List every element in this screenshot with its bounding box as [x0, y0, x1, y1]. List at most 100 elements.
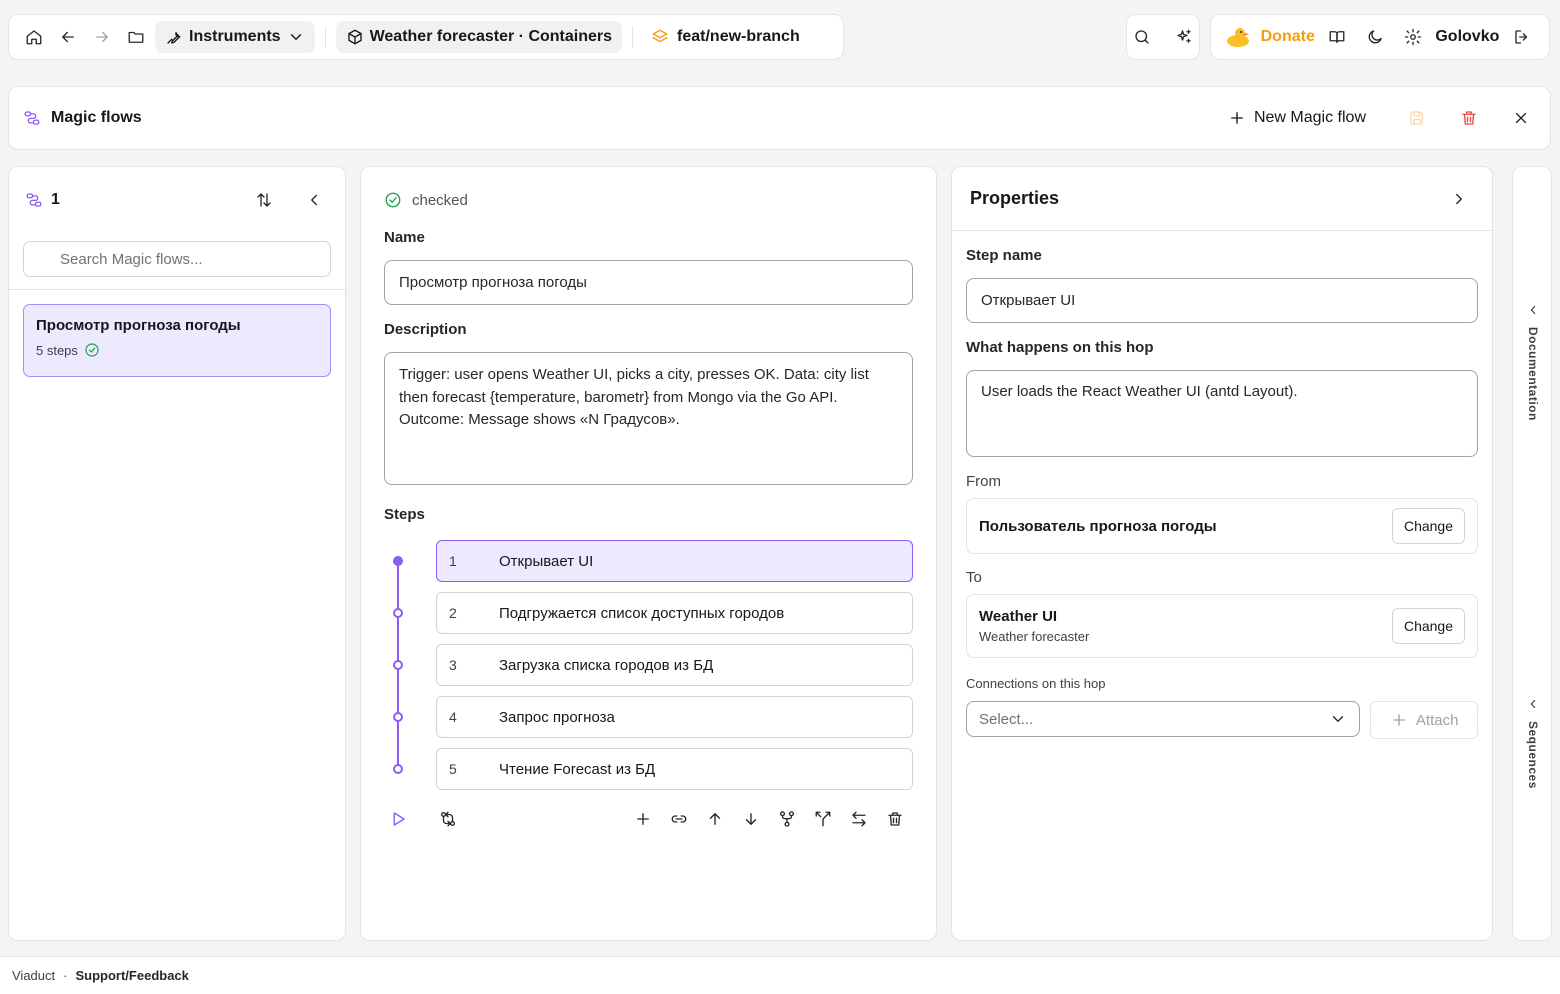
flows-count: 1: [25, 191, 60, 209]
search-input[interactable]: Search Magic flows...: [23, 241, 331, 277]
sequences-tab[interactable]: Sequences: [1513, 697, 1553, 789]
donate-link[interactable]: Donate: [1261, 28, 1315, 46]
step-label: Подгружается список доступных городов: [499, 604, 785, 622]
step-item[interactable]: 5 Чтение Forecast из БД: [436, 748, 913, 790]
attach-button[interactable]: Attach: [1370, 701, 1478, 739]
book-icon[interactable]: [1322, 21, 1352, 53]
what-happens-textarea[interactable]: User loads the React Weather UI (antd La…: [966, 370, 1478, 457]
step-number: 1: [449, 553, 457, 569]
project-selector[interactable]: Weather forecaster · Containers: [335, 21, 623, 53]
steps-label: Steps: [384, 506, 425, 523]
moon-icon[interactable]: [1360, 21, 1390, 53]
swap-icon[interactable]: [841, 803, 877, 835]
from-card: Пользователь прогноза погоды Change: [966, 498, 1478, 554]
magic-flows-title: Magic flows: [23, 109, 142, 127]
collapse-left-icon[interactable]: [299, 184, 329, 216]
footer-separator: ·: [63, 968, 68, 983]
flow-icon: [23, 109, 41, 127]
arrow-down-icon[interactable]: [733, 803, 769, 835]
change-to-button[interactable]: Change: [1391, 608, 1465, 644]
documentation-label: Documentation: [1526, 327, 1540, 421]
trash-icon[interactable]: [877, 803, 913, 835]
duck-logo-icon: [1223, 21, 1253, 53]
close-icon[interactable]: [1506, 102, 1536, 134]
play-icon[interactable]: [380, 803, 416, 835]
magic-flows-header: Magic flows New Magic flow: [8, 86, 1551, 150]
step-item[interactable]: 4 Запрос прогноза: [436, 696, 913, 738]
connections-label: Connections on this hop: [966, 676, 1106, 691]
change-from-button[interactable]: Change: [1391, 508, 1465, 544]
new-magic-flow-button[interactable]: New Magic flow: [1228, 109, 1366, 127]
step-row: 4 Запрос прогноза: [384, 691, 913, 743]
name-label: Name: [384, 229, 425, 246]
project-label: Weather forecaster · Containers: [369, 28, 613, 45]
documentation-tab[interactable]: Documentation: [1513, 303, 1553, 421]
step-item[interactable]: 1 Открывает UI: [436, 540, 913, 582]
footer: Viaduct · Support/Feedback: [0, 956, 1560, 994]
logout-icon[interactable]: [1507, 21, 1537, 53]
branch-selector[interactable]: feat/new-branch: [643, 28, 808, 46]
sparkles-icon[interactable]: [1169, 21, 1199, 53]
to-label: To: [966, 569, 982, 586]
instruments-dropdown[interactable]: Instruments: [155, 21, 315, 53]
steps-list: 1 Открывает UI 2 Подгружается список дос…: [384, 535, 913, 795]
connections-select[interactable]: Select...: [966, 701, 1361, 737]
name-input-value: Просмотр прогноза погоды: [399, 274, 587, 291]
properties-title: Properties: [970, 188, 1060, 208]
plus-icon[interactable]: [625, 803, 661, 835]
support-feedback-link[interactable]: Support/Feedback: [75, 968, 188, 983]
chevron-down-icon: [287, 28, 305, 46]
new-magic-flow-label: New Magic flow: [1253, 109, 1366, 126]
forward-arrow-icon[interactable]: [87, 21, 117, 53]
flow-item-steps-count: 5 steps: [36, 342, 78, 358]
back-arrow-icon[interactable]: [53, 21, 83, 53]
username[interactable]: Golovko: [1435, 28, 1499, 46]
step-item[interactable]: 3 Загрузка списка городов из БД: [436, 644, 913, 686]
step-label: Загрузка списка городов из БД: [499, 656, 714, 674]
step-item[interactable]: 2 Подгружается список доступных городов: [436, 592, 913, 634]
save-icon[interactable]: [1402, 102, 1432, 134]
git-fork-icon[interactable]: [769, 803, 805, 835]
select-placeholder: Select...: [979, 710, 1034, 728]
step-row: 3 Загрузка списка городов из БД: [384, 639, 913, 691]
step-number: 3: [449, 657, 457, 673]
home-icon[interactable]: [19, 21, 49, 53]
step-dot: [393, 660, 403, 670]
step-dot: [393, 712, 403, 722]
step-row: 1 Открывает UI: [384, 535, 913, 587]
sort-icon[interactable]: [249, 184, 279, 216]
magic-flows-title-text: Magic flows: [51, 109, 142, 126]
package-icon: [346, 28, 364, 46]
step-row: 2 Подгружается список доступных городов: [384, 587, 913, 639]
check-circle-icon: [84, 342, 100, 358]
chevron-right-icon[interactable]: [1444, 183, 1474, 215]
trash-icon[interactable]: [1454, 102, 1484, 134]
step-name-label: Step name: [966, 247, 1042, 264]
description-label: Description: [384, 321, 467, 338]
git-compare-icon[interactable]: [430, 803, 466, 835]
sequences-label: Sequences: [1526, 721, 1540, 789]
search-placeholder: Search Magic flows...: [60, 250, 203, 268]
step-dot: [393, 556, 403, 566]
gear-icon[interactable]: [1398, 21, 1428, 53]
check-circle-icon: [384, 191, 402, 209]
attach-label: Attach: [1415, 711, 1459, 729]
link-icon[interactable]: [661, 803, 697, 835]
folder-icon[interactable]: [121, 21, 151, 53]
description-textarea[interactable]: Trigger: user opens Weather UI, picks a …: [384, 352, 913, 485]
step-name-value: Открывает UI: [981, 292, 1076, 309]
name-input[interactable]: Просмотр прогноза погоды: [384, 260, 913, 305]
split-icon[interactable]: [805, 803, 841, 835]
footer-brand[interactable]: Viaduct: [12, 968, 55, 983]
step-name-input[interactable]: Открывает UI: [966, 278, 1478, 323]
flow-list-item[interactable]: Просмотр прогноза погоды 5 steps: [23, 304, 331, 377]
chevron-left-icon: [1526, 697, 1540, 711]
search-icon[interactable]: [1127, 21, 1157, 53]
arrow-up-icon[interactable]: [697, 803, 733, 835]
user-toolbar: Donate Golovko: [1210, 14, 1550, 60]
side-tabs-panel: Documentation Sequences: [1512, 166, 1552, 941]
step-dot: [393, 764, 403, 774]
plus-icon: [1228, 109, 1246, 127]
status-badge: checked: [384, 191, 913, 209]
from-value: Пользователь прогноза погоды: [979, 517, 1217, 535]
